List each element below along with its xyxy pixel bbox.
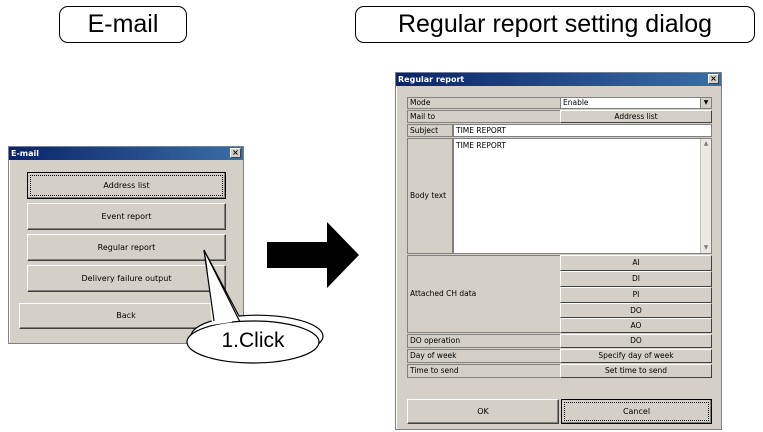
scroll-up-icon[interactable]: ▲	[701, 139, 711, 149]
mode-select[interactable]: Enable ▼	[560, 97, 712, 109]
mode-label: Mode	[407, 97, 561, 109]
regular-report-button[interactable]: Regular report	[27, 234, 226, 261]
scrollbar[interactable]: ▲ ▼	[700, 139, 711, 253]
chevron-down-icon[interactable]: ▼	[700, 98, 711, 108]
ai-button[interactable]: AI	[560, 255, 712, 271]
regular-report-dialog: Regular report × Mode Enable ▼ Mail to A…	[395, 72, 722, 430]
callout-text: 1.Click	[221, 329, 285, 352]
regular-report-title: Regular report	[398, 75, 465, 84]
do-operation-button[interactable]: DO	[560, 334, 712, 348]
mode-select-value: Enable	[563, 98, 589, 107]
do-operation-label: DO operation	[407, 334, 561, 348]
do-button[interactable]: DO	[560, 303, 712, 318]
scroll-down-icon[interactable]: ▼	[701, 243, 711, 253]
cancel-button[interactable]: Cancel	[561, 399, 712, 424]
ao-button[interactable]: AO	[560, 318, 712, 333]
address-list-button[interactable]: Address list	[27, 172, 226, 199]
body-text-area[interactable]: TIME REPORT ▲ ▼	[453, 138, 712, 254]
day-of-week-label: Day of week	[407, 349, 561, 363]
event-report-button[interactable]: Event report	[27, 203, 226, 230]
email-dialog: E-mail × Address list Event report Regul…	[8, 146, 244, 344]
attached-ch-data-label: Attached CH data	[407, 255, 561, 333]
regular-report-titlebar: Regular report ×	[396, 73, 721, 86]
set-time-to-send-button[interactable]: Set time to send	[560, 364, 712, 378]
mail-to-label: Mail to	[407, 110, 561, 123]
time-to-send-label: Time to send	[407, 364, 561, 378]
close-icon[interactable]: ×	[230, 148, 241, 158]
arrow-right-icon	[267, 222, 359, 288]
subject-input[interactable]: TIME REPORT	[453, 124, 712, 137]
close-icon[interactable]: ×	[708, 74, 719, 84]
email-heading: E-mail	[59, 6, 187, 43]
address-list-button[interactable]: Address list	[560, 110, 712, 123]
back-button[interactable]: Back	[19, 303, 233, 329]
body-text-label: Body text	[407, 138, 453, 254]
subject-label: Subject	[407, 124, 453, 137]
email-dialog-titlebar: E-mail ×	[9, 147, 243, 160]
di-button[interactable]: DI	[560, 271, 712, 287]
email-dialog-title: E-mail	[11, 149, 40, 158]
specify-day-of-week-button[interactable]: Specify day of week	[560, 349, 712, 363]
body-text-value: TIME REPORT	[456, 141, 507, 150]
pi-button[interactable]: PI	[560, 287, 712, 303]
delivery-failure-output-button[interactable]: Delivery failure output	[27, 265, 226, 292]
regular-report-heading: Regular report setting dialog	[355, 6, 755, 43]
ok-button[interactable]: OK	[407, 399, 559, 424]
